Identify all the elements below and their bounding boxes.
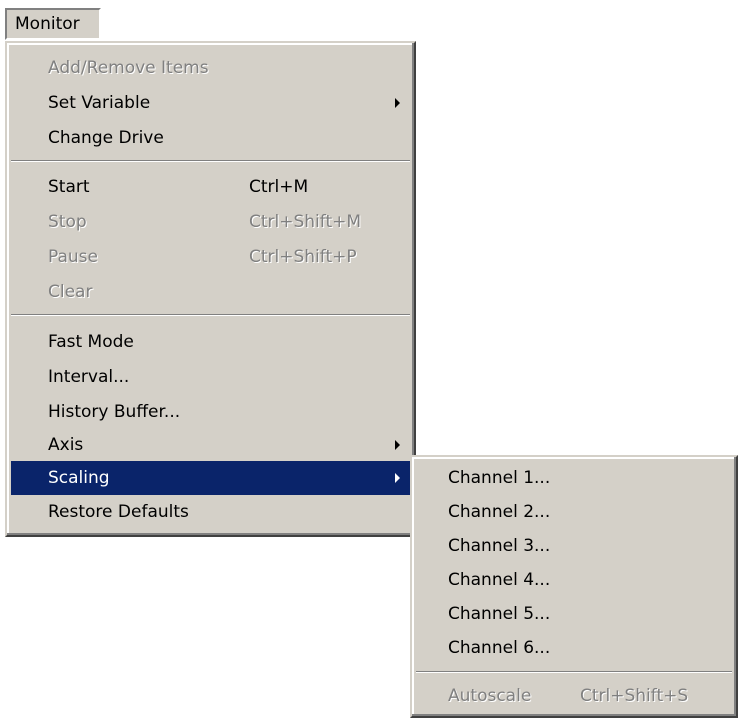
menu-item-stop: Stop Ctrl+Shift+M [11, 205, 410, 239]
submenu-item-channel-2[interactable]: Channel 2... [416, 495, 732, 529]
menu-item-label: Channel 6... [448, 638, 551, 658]
menu-item-label: Channel 3... [448, 536, 551, 556]
menu-item-interval[interactable]: Interval... [11, 360, 410, 394]
menu-item-change-drive[interactable]: Change Drive [11, 121, 410, 155]
menu-item-label: History Buffer... [48, 402, 181, 422]
menu-item-label: Channel 4... [448, 570, 551, 590]
menu-item-shortcut: Ctrl+Shift+S [580, 686, 689, 706]
menu-item-fast-mode[interactable]: Fast Mode [11, 325, 410, 359]
menu-separator [11, 314, 410, 316]
menu-item-label: Stop [48, 212, 87, 232]
menu-item-scaling[interactable]: Scaling [11, 461, 410, 495]
menu-item-set-variable[interactable]: Set Variable [11, 86, 410, 120]
menu-item-label: Restore Defaults [48, 502, 189, 522]
submenu-item-channel-1[interactable]: Channel 1... [416, 461, 732, 495]
menu-item-label: Channel 2... [448, 502, 551, 522]
monitor-menu: Add/Remove Items Set Variable Change Dri… [5, 41, 416, 537]
submenu-arrow-icon [395, 473, 400, 483]
menu-item-label: Add/Remove Items [48, 58, 209, 78]
menu-item-label: Start [48, 177, 90, 197]
menu-item-label: Clear [48, 282, 93, 302]
menu-item-label: Set Variable [48, 93, 151, 113]
submenu-item-channel-5[interactable]: Channel 5... [416, 597, 732, 631]
submenu-item-channel-6[interactable]: Channel 6... [416, 631, 732, 665]
menu-item-label: Change Drive [48, 128, 164, 148]
menu-item-label: Pause [48, 247, 98, 267]
menu-separator [416, 671, 732, 673]
menu-item-shortcut: Ctrl+Shift+M [249, 212, 362, 232]
menu-item-start[interactable]: Start Ctrl+M [11, 170, 410, 204]
submenu-item-channel-3[interactable]: Channel 3... [416, 529, 732, 563]
submenu-item-channel-4[interactable]: Channel 4... [416, 563, 732, 597]
scaling-submenu: Channel 1... Channel 2... Channel 3... C… [410, 455, 738, 718]
menu-item-shortcut: Ctrl+Shift+P [249, 247, 357, 267]
menubar-monitor-label: Monitor [15, 14, 80, 34]
menu-item-restore-defaults[interactable]: Restore Defaults [11, 495, 410, 529]
menu-item-history-buffer[interactable]: History Buffer... [11, 395, 410, 429]
menu-separator [11, 160, 410, 162]
menu-item-clear: Clear [11, 275, 410, 309]
menubar-monitor[interactable]: Monitor [5, 8, 101, 40]
menu-item-label: Autoscale [448, 686, 532, 706]
menu-item-shortcut: Ctrl+M [249, 177, 309, 197]
menu-item-label: Fast Mode [48, 332, 134, 352]
submenu-arrow-icon [395, 440, 400, 450]
submenu-item-autoscale: Autoscale Ctrl+Shift+S [416, 679, 732, 713]
menu-item-label: Interval... [48, 367, 130, 387]
menu-item-axis[interactable]: Axis [11, 428, 410, 462]
menu-item-pause: Pause Ctrl+Shift+P [11, 240, 410, 274]
menu-item-label: Axis [48, 435, 84, 455]
submenu-arrow-icon [395, 98, 400, 108]
menu-item-add-remove-items: Add/Remove Items [11, 51, 410, 85]
menu-item-label: Channel 5... [448, 604, 551, 624]
menu-item-label: Channel 1... [448, 468, 551, 488]
menu-item-label: Scaling [48, 468, 110, 488]
